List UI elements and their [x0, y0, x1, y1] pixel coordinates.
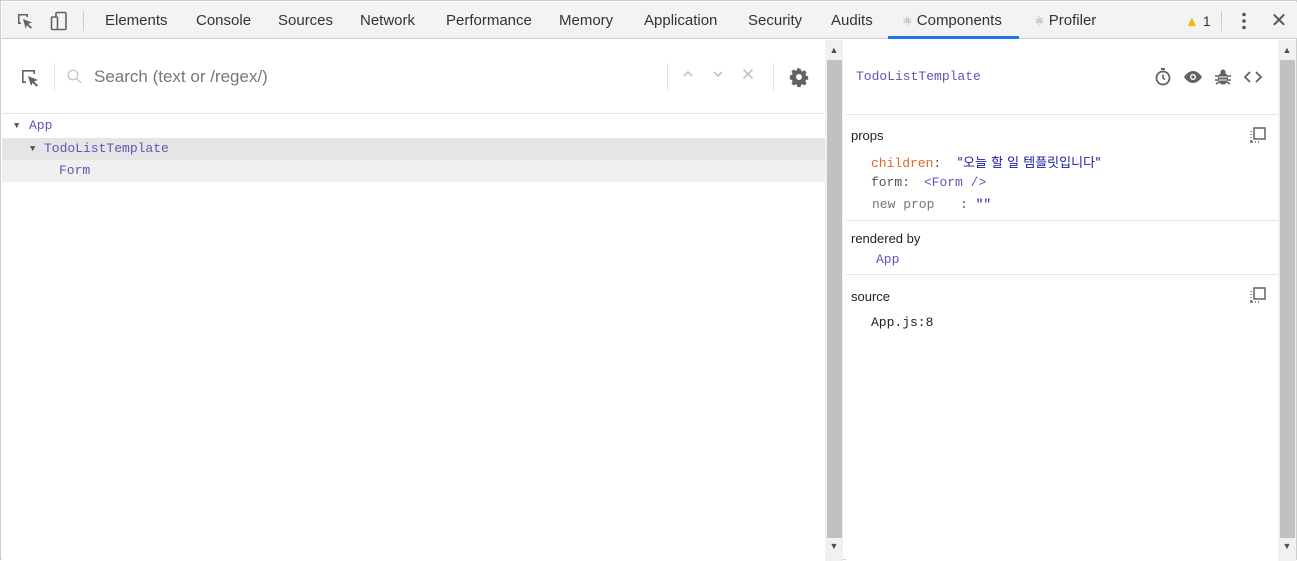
copy-icon[interactable] [1249, 286, 1267, 304]
tree-node-label: App [29, 118, 53, 133]
search-divider [54, 63, 55, 91]
devtools-window: Elements Console Sources Network Perform… [0, 0, 1297, 561]
eye-icon[interactable] [1183, 67, 1203, 87]
toolbar-divider [83, 11, 84, 31]
react-atom-icon: ⚛ [902, 14, 913, 28]
search-icon [66, 68, 84, 86]
component-tree: ▼ App ▼ TodoListTemplate Form [2, 115, 825, 182]
tab-performance[interactable]: Performance [446, 2, 532, 39]
prop-separator: : [933, 156, 942, 171]
selected-component-name: TodoListTemplate [856, 69, 981, 84]
toolbar-divider [1221, 11, 1222, 31]
react-atom-icon: ⚛ [1034, 14, 1045, 28]
tab-memory[interactable]: Memory [559, 2, 613, 39]
tab-console[interactable]: Console [196, 2, 251, 39]
scroll-down-icon[interactable]: ▼ [1278, 539, 1296, 553]
prop-key: children [871, 156, 934, 171]
owner-link[interactable]: App [876, 252, 899, 267]
caret-down-icon[interactable]: ▼ [30, 138, 35, 160]
tab-application[interactable]: Application [644, 2, 717, 39]
new-prop-value-input[interactable]: "" [976, 197, 992, 212]
scroll-down-icon[interactable]: ▼ [825, 539, 843, 553]
active-tab-indicator [888, 36, 1019, 39]
prop-key: form [871, 175, 903, 190]
tree-node-form[interactable]: Form [2, 160, 825, 182]
tab-audits[interactable]: Audits [831, 2, 873, 39]
props-section: props children: "오늘 할 일 템플릿입니다" form: <F… [846, 115, 1278, 221]
tree-node-label: Form [59, 163, 91, 178]
next-result-icon[interactable] [707, 66, 729, 88]
settings-gear-icon[interactable] [788, 66, 810, 88]
inspect-element-icon[interactable] [15, 11, 35, 31]
prop-row[interactable]: form: <Form /> [871, 175, 986, 190]
select-element-icon[interactable] [19, 67, 41, 89]
devtools-toolbar: Elements Console Sources Network Perform… [2, 2, 1297, 39]
bug-icon[interactable] [1213, 67, 1233, 87]
source-section: source App.js:8 [846, 275, 1278, 355]
tab-profiler[interactable]: ⚛ Profiler [1034, 2, 1096, 39]
new-prop-row[interactable]: new prop: "" [872, 197, 991, 212]
tree-node-app[interactable]: ▼ App [2, 115, 825, 137]
device-toolbar-icon[interactable] [49, 11, 69, 31]
prop-value[interactable]: <Form /> [924, 175, 986, 190]
stopwatch-icon[interactable] [1153, 67, 1173, 87]
tab-sources[interactable]: Sources [278, 2, 333, 39]
prop-row[interactable]: children: "오늘 할 일 템플릿입니다" [871, 152, 1101, 171]
search-divider [667, 63, 668, 91]
close-icon[interactable]: ✕ [1269, 10, 1289, 32]
search-input[interactable] [94, 62, 654, 92]
scrollbar-thumb[interactable] [1280, 60, 1295, 538]
inspector-scrollbar[interactable]: ▲ ▼ [1278, 40, 1296, 561]
more-options-icon[interactable] [1235, 11, 1253, 31]
scroll-up-icon[interactable]: ▲ [1278, 43, 1296, 57]
component-search-bar [2, 40, 825, 114]
scrollbar-thumb[interactable] [827, 60, 842, 538]
caret-down-icon[interactable]: ▼ [14, 115, 19, 137]
warnings-counter[interactable]: ▲ 1 [1185, 2, 1211, 39]
scroll-up-icon[interactable]: ▲ [825, 43, 843, 57]
prop-separator: : [902, 175, 911, 190]
tab-components[interactable]: ⚛ Components [902, 2, 1002, 39]
section-title: source [851, 289, 891, 304]
section-title: props [851, 128, 884, 143]
tab-network[interactable]: Network [360, 2, 415, 39]
view-source-icon[interactable] [1243, 67, 1263, 87]
search-divider [773, 63, 774, 91]
tab-elements[interactable]: Elements [105, 2, 168, 39]
tree-node-label: TodoListTemplate [44, 141, 169, 156]
prop-value[interactable]: "오늘 할 일 템플릿입니다" [957, 156, 1101, 171]
source-location[interactable]: App.js:8 [871, 315, 933, 330]
tree-node-todolisttemplate[interactable]: ▼ TodoListTemplate [2, 138, 825, 160]
prop-separator: : [960, 197, 968, 212]
warning-icon: ▲ [1185, 13, 1199, 29]
rendered-by-section: rendered by App [846, 221, 1278, 275]
tree-scrollbar[interactable]: ▲ ▼ [825, 40, 843, 561]
component-tree-panel: ▼ App ▼ TodoListTemplate Form [2, 40, 825, 561]
section-title: rendered by [851, 231, 921, 246]
clear-search-icon[interactable] [737, 66, 759, 88]
tab-security[interactable]: Security [748, 2, 802, 39]
previous-result-icon[interactable] [677, 66, 699, 88]
inspected-element-panel: TodoListTemplate props children: "오늘 할 일 [846, 40, 1278, 561]
new-prop-key-input[interactable]: new prop [872, 197, 960, 212]
copy-icon[interactable] [1249, 126, 1267, 144]
inspector-header: TodoListTemplate [846, 40, 1278, 115]
